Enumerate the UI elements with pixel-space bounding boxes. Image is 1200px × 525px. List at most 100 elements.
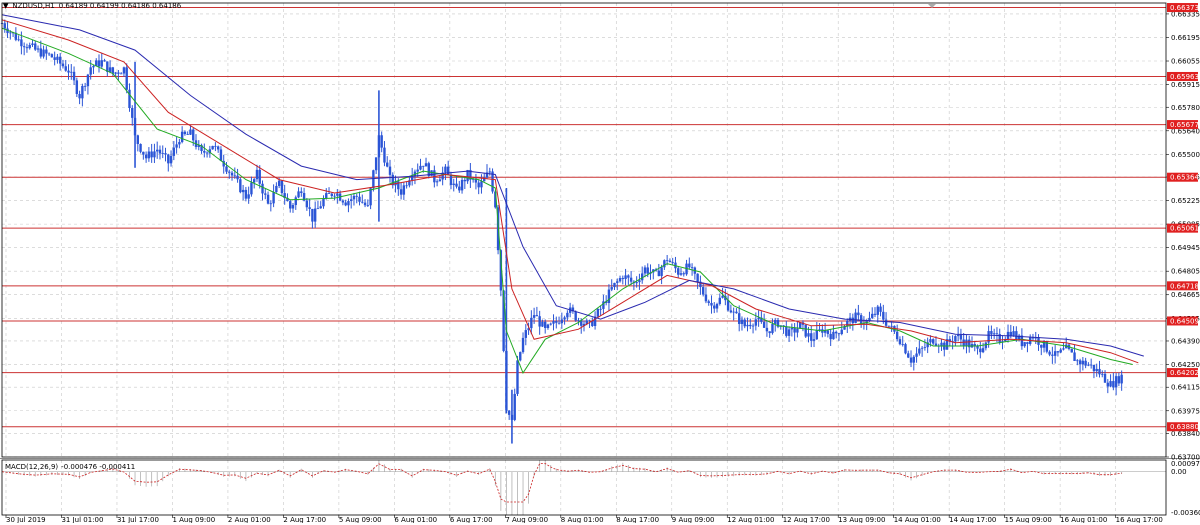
candle-body	[890, 325, 893, 327]
chart-header: ▼ NZDUSD,H1 0.64189 0.64199 0.64186 0.64…	[3, 2, 181, 10]
time-tick-label: 31 Jul 01:00	[61, 516, 103, 523]
time-tick-label: 12 Aug 01:00	[727, 516, 774, 523]
candle-body	[677, 268, 680, 275]
candle-body	[230, 172, 234, 176]
candle-body	[552, 321, 555, 324]
price-chart[interactable]: 0.663350.661950.660550.659150.657800.656…	[0, 0, 1200, 524]
candle-body	[835, 331, 838, 334]
time-tick-label: 5 Aug 09:00	[339, 516, 382, 523]
candle-body	[1073, 352, 1076, 362]
candle-body	[183, 131, 187, 135]
candle-body	[538, 316, 541, 327]
candle-body	[516, 360, 519, 394]
candle-body	[956, 334, 960, 337]
candle-body	[1089, 364, 1093, 366]
candle-body	[164, 153, 167, 155]
time-axis[interactable]: 30 Jul 2019 31 Jul 01:00 31 Jul 17:00 1 Aug…	[5, 515, 1163, 524]
price-tick-label: 0.65500	[1171, 151, 1200, 159]
candle-body	[566, 312, 569, 318]
candle-body	[269, 203, 273, 205]
candle-body	[1076, 360, 1079, 362]
candle-body	[56, 56, 59, 60]
candle-body	[629, 277, 633, 282]
candle-body	[657, 270, 661, 277]
candle-body	[1095, 368, 1098, 372]
candle-body	[219, 149, 223, 161]
time-tick-label: 13 Aug 09:00	[838, 516, 885, 523]
candle-body	[616, 281, 619, 283]
symbol-label: NZDUSD,H1	[12, 2, 55, 10]
candle-body	[682, 273, 685, 275]
price-tick-label: 0.64115	[1171, 384, 1200, 392]
candle-body	[70, 71, 73, 73]
candle-body	[1114, 376, 1118, 388]
candle-body	[416, 169, 419, 172]
candle-body	[53, 57, 56, 60]
candle-body	[39, 48, 42, 57]
candle-body	[1059, 349, 1062, 353]
candle-body	[873, 313, 877, 315]
candle-body	[1106, 382, 1109, 387]
candle-body	[1087, 364, 1090, 366]
candle-body	[557, 322, 561, 324]
price-tick-label: 0.65225	[1171, 197, 1200, 205]
candle-body	[1081, 360, 1085, 365]
collapse-arrow-icon[interactable]: ▼	[3, 2, 8, 10]
candle-body	[86, 74, 90, 87]
price-tick-label: 0.66195	[1171, 34, 1200, 42]
candle-body	[785, 326, 788, 336]
candle-body	[388, 166, 392, 175]
candle-body	[216, 146, 220, 150]
candle-body	[790, 328, 794, 330]
candle-body	[643, 267, 647, 274]
candle-body	[768, 331, 771, 334]
candle-body	[688, 263, 691, 268]
candle-body	[1084, 360, 1087, 366]
chart-background	[0, 0, 1200, 523]
candle-body	[369, 188, 372, 206]
candle-body	[638, 280, 641, 283]
candle-body	[214, 145, 217, 147]
price-tick-label: 0.64665	[1171, 291, 1200, 299]
candle-body	[25, 47, 29, 49]
candle-body	[347, 201, 350, 206]
candle-body	[253, 179, 256, 183]
candle-body	[796, 328, 799, 333]
candle-body	[1098, 368, 1101, 375]
candle-body	[627, 275, 630, 278]
candle-body	[918, 348, 921, 354]
candle-body	[887, 325, 891, 327]
candle-body	[884, 319, 888, 326]
candle-body	[544, 321, 547, 329]
candle-body	[1053, 351, 1057, 356]
chart-window[interactable]: 0.66335 0.66195 0.66055 0.65915 0.65780 0.656…	[0, 0, 1200, 524]
candle-body	[72, 71, 76, 81]
candle-body	[410, 176, 414, 181]
macd-tick-label: 0.00	[1171, 468, 1187, 476]
price-tick-label: 0.65915	[1171, 81, 1200, 89]
candle-body	[122, 67, 126, 74]
candle-body	[380, 135, 383, 148]
candle-body	[383, 147, 386, 163]
time-tick-label: 1 Aug 09:00	[172, 516, 215, 523]
candle-body	[771, 323, 774, 334]
candle-body	[350, 199, 353, 202]
candle-body	[1117, 376, 1121, 384]
candle-body	[1026, 342, 1029, 344]
candle-body	[422, 165, 425, 167]
candle-body	[751, 325, 755, 327]
candle-body	[81, 85, 84, 99]
candle-body	[907, 353, 910, 358]
candle-body	[618, 278, 622, 282]
price-tick-label: 0.63975	[1171, 407, 1200, 415]
candle-body	[92, 65, 95, 68]
candle-body	[774, 319, 777, 324]
candle-body	[89, 67, 92, 75]
candle-body	[679, 273, 683, 275]
candle-body	[36, 48, 40, 50]
candle-body	[765, 327, 769, 332]
candle-body	[28, 44, 31, 49]
candle-body	[9, 32, 12, 34]
candle-body	[818, 329, 821, 331]
level-price-label: 0.64718	[1170, 282, 1199, 290]
